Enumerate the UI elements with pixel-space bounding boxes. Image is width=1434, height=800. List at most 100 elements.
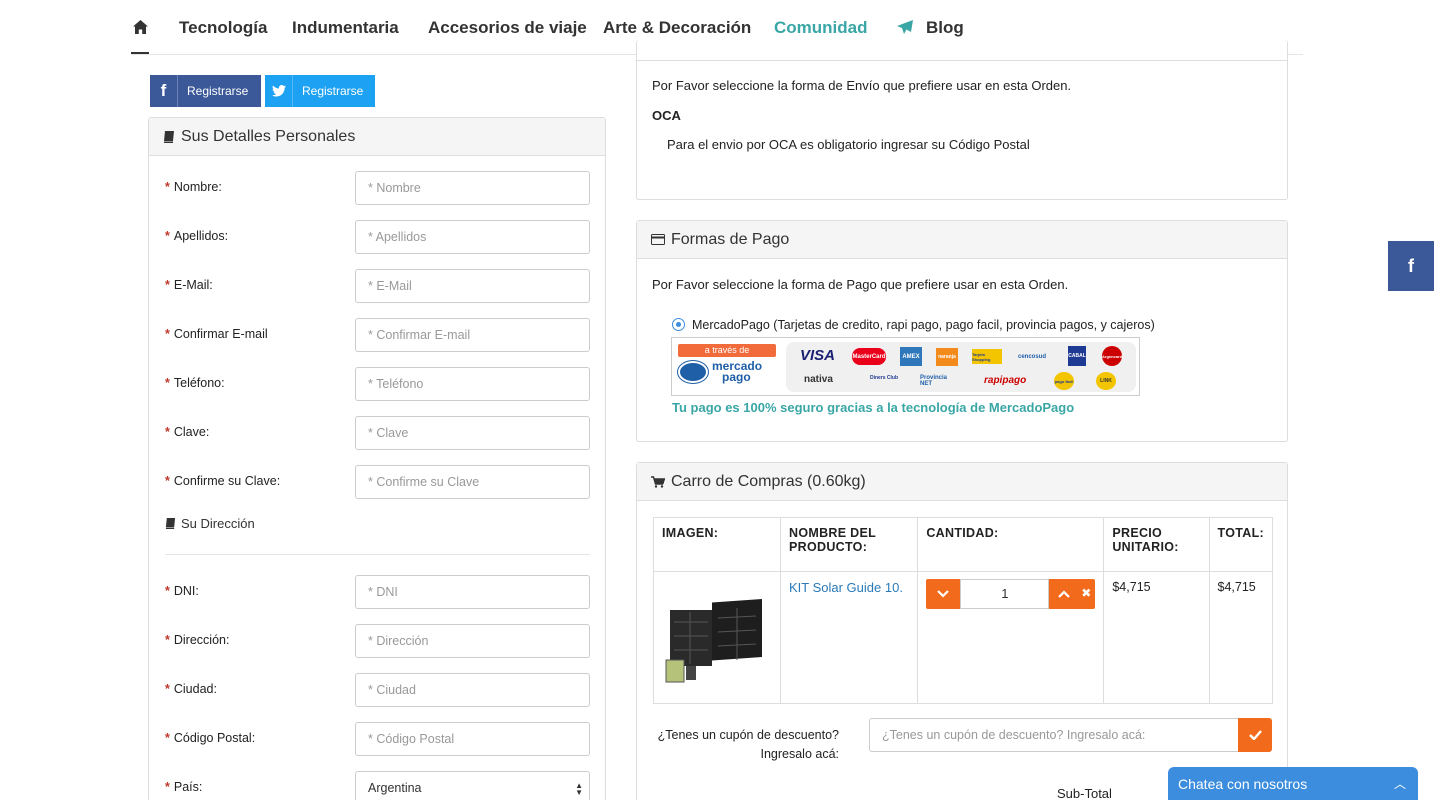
shopping-cart-icon [651,475,665,488]
apellidos-input[interactable] [355,220,590,254]
personal-details-panel: Sus Detalles Personales *Nombre: *Apelli… [148,117,606,800]
table-row: KIT Solar Guide 10. 1 ✖ $4,715 $4,715 [653,571,1274,704]
email-input[interactable] [355,269,590,303]
mercadopago-radio[interactable] [672,318,685,331]
address-section-title: Su Dirección [165,516,255,531]
total-cell: $4,715 [1208,571,1274,704]
rapipago-logo: rapipago [984,375,1027,386]
check-icon [1248,730,1262,740]
col-header-imagen: IMAGEN: [653,517,781,572]
nav-arte-decoracion[interactable]: Arte & Decoración [603,18,751,38]
field-row-clave: * Clave: [165,416,590,450]
mercadopago-option-label: MercadoPago (Tarjetas de credito, rapi p… [692,318,1155,332]
home-active-underline [131,52,149,54]
link-logo: LINK [1096,372,1116,390]
mercadopago-brand-2: pago [722,370,751,384]
unit-price-cell: $4,715 [1103,571,1210,704]
remove-item-icon[interactable]: ✖ [1081,586,1091,600]
product-name-link[interactable]: KIT Solar Guide 10. [789,580,903,595]
home-icon[interactable] [133,20,148,37]
quantity-stepper: 1 ✖ [926,579,1096,609]
required-mark: * [165,682,170,696]
clave-input[interactable] [355,416,590,450]
payment-intro: Por Favor seleccione la forma de Pago qu… [652,277,1069,292]
facebook-floating-button[interactable]: f [1388,241,1434,291]
shipping-method-note: Para el envio por OCA es obligatorio ing… [667,137,1030,152]
section-divider [165,554,590,555]
nombre-input[interactable] [355,171,590,205]
nav-accesorios-de-viaje[interactable]: Accesorios de viaje [428,18,587,38]
product-image[interactable] [662,592,772,692]
field-row-telefono: * Teléfono: [165,367,590,401]
apply-coupon-button[interactable] [1238,718,1272,752]
col-header-cantidad: CANTIDAD: [917,517,1105,572]
required-mark: * [165,633,170,647]
direccion-label: Dirección: [173,633,230,647]
chat-label: Chatea con nosotros [1178,776,1308,792]
dni-input[interactable] [355,575,590,609]
plane-icon [896,19,914,38]
mercadopago-tag: a través de [678,344,776,357]
nav-tecnologia[interactable]: Tecnología [179,18,267,38]
field-row-codigo-postal: * Código Postal: [165,722,590,756]
payment-header: Formas de Pago [637,221,1287,259]
clave-label: Clave: [173,425,210,439]
shipping-header-border [637,60,1287,61]
decrease-quantity-button[interactable] [926,579,961,609]
nav-indumentaria[interactable]: Indumentaria [292,18,399,38]
select-arrows-icon: ▲ ▼ [575,781,583,797]
increase-quantity-button[interactable]: ✖ [1049,579,1096,609]
col-header-nombre: NOMBRE DEL PRODUCTO: [779,517,919,572]
nav-blog[interactable]: Blog [926,18,964,38]
required-mark: * [165,425,170,439]
coupon-input[interactable] [869,718,1239,752]
cencosud-logo: cencosud [1017,353,1046,360]
field-row-confirm-email: * Confirmar E-mail [165,318,590,352]
codigo-postal-input[interactable] [355,722,590,756]
cart-table: IMAGEN: NOMBRE DEL PRODUCTO: CANTIDAD: P… [653,517,1274,704]
chevron-down-icon [937,590,950,598]
quantity-cell: 1 ✖ [917,571,1105,704]
ciudad-input[interactable] [355,673,590,707]
confirm-clave-input[interactable] [355,465,590,499]
required-mark: * [165,376,170,390]
naranja-logo: naranja [936,348,958,366]
quantity-input[interactable]: 1 [960,579,1050,609]
required-mark: * [165,327,170,341]
nav-comunidad[interactable]: Comunidad [774,18,868,38]
facebook-icon: f [1408,255,1414,276]
telefono-label: Teléfono: [173,376,225,390]
amex-logo: AMEX [900,347,922,366]
confirm-email-input[interactable] [355,318,590,352]
facebook-register-button[interactable]: f Registrarse [150,75,261,107]
chevron-up-icon [1058,590,1071,598]
chat-widget[interactable]: Chatea con nosotros ︿ [1168,767,1418,800]
required-mark: * [165,278,170,292]
country-select[interactable]: Argentina ▲ ▼ [355,771,590,800]
field-row-apellidos: * Apellidos: [165,220,590,254]
payment-panel: Formas de Pago Por Favor seleccione la f… [636,220,1288,442]
required-mark: * [165,229,170,243]
address-title-text: Su Dirección [181,516,255,531]
facebook-register-label: Registrarse [187,84,249,98]
diners-logo: Diners Club [869,375,899,381]
credit-card-icon [651,234,665,245]
cabal-logo: CABAL [1068,346,1086,366]
col-header-total: TOTAL: [1208,517,1274,572]
chevron-up-icon[interactable]: ︿ [1394,775,1406,792]
apellidos-label: Apellidos: [173,229,229,243]
nombre-label: Nombre: [173,180,222,194]
pagofacil-logo: pago fácil [1054,372,1074,390]
confirm-email-label: Confirmar E-mail [173,327,268,341]
argencard-logo: Argencard [1102,346,1122,366]
handshake-icon [678,361,708,383]
book-icon [163,130,175,143]
shipping-intro: Por Favor seleccione la forma de Envío q… [652,78,1072,93]
twitter-register-button[interactable]: Registrarse [265,75,375,107]
subtotal-label: Sub-Total [1057,786,1112,800]
direccion-input[interactable] [355,624,590,658]
confirm-clave-label: Confirme su Clave: [173,474,281,488]
coupon-question-label: ¿Tenes un cupón de descuento? Ingresalo … [657,728,839,761]
telefono-input[interactable] [355,367,590,401]
mastercard-logo: MasterCard [852,348,886,365]
